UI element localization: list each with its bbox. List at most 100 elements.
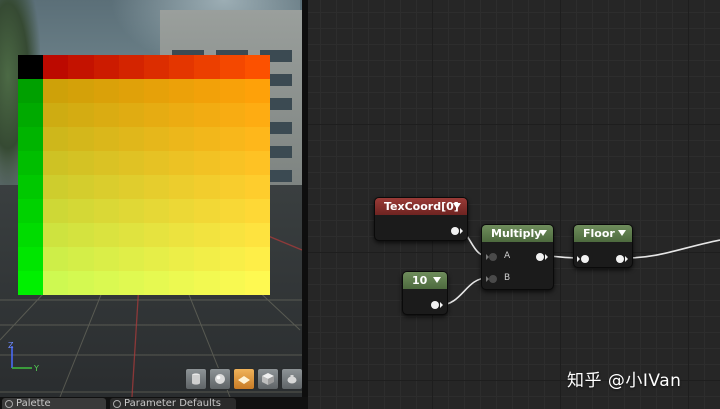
axis-z-label: Z bbox=[8, 341, 14, 350]
preview-cell bbox=[194, 247, 220, 271]
preview-cell bbox=[43, 55, 69, 79]
preview-cell bbox=[244, 103, 270, 127]
preview-cell bbox=[169, 223, 195, 247]
input-pin-icon[interactable] bbox=[577, 254, 591, 264]
input-b-label: B bbox=[504, 273, 511, 283]
preview-cell bbox=[93, 151, 119, 175]
preview-mesh-plane bbox=[18, 55, 270, 295]
preview-cell bbox=[118, 175, 144, 199]
input-pin-b-icon[interactable] bbox=[486, 274, 498, 284]
chevron-down-icon[interactable] bbox=[453, 203, 461, 209]
preview-cell bbox=[244, 79, 270, 103]
preview-cell bbox=[18, 127, 44, 151]
preview-cell bbox=[18, 247, 44, 271]
cylinder-button[interactable] bbox=[185, 368, 207, 390]
preview-cell bbox=[219, 151, 245, 175]
preview-cell bbox=[43, 223, 69, 247]
preview-cell bbox=[118, 223, 144, 247]
chevron-down-icon[interactable] bbox=[539, 230, 547, 236]
preview-cell bbox=[219, 79, 245, 103]
preview-cell bbox=[169, 247, 195, 271]
output-pin-icon[interactable] bbox=[430, 300, 444, 310]
teapot-button[interactable] bbox=[281, 368, 302, 390]
preview-cell bbox=[244, 127, 270, 151]
preview-cell bbox=[194, 151, 220, 175]
input-pin-a-icon[interactable] bbox=[486, 252, 498, 262]
output-pin-icon[interactable] bbox=[615, 254, 629, 264]
preview-cell bbox=[93, 127, 119, 151]
preview-cell bbox=[219, 127, 245, 151]
preview-cell bbox=[219, 271, 245, 295]
tab-palette-label: Palette bbox=[16, 398, 51, 409]
preview-cell bbox=[93, 247, 119, 271]
tab-palette[interactable]: Palette bbox=[2, 398, 106, 409]
preview-cell bbox=[219, 103, 245, 127]
preview-cell bbox=[219, 247, 245, 271]
node-constant[interactable]: 10 bbox=[402, 271, 448, 315]
preview-cell bbox=[43, 175, 69, 199]
preview-cell bbox=[169, 151, 195, 175]
node-floor[interactable]: Floor bbox=[573, 224, 633, 268]
preview-cell bbox=[93, 103, 119, 127]
preview-cell bbox=[144, 79, 170, 103]
preview-cell bbox=[68, 199, 94, 223]
node-floor-title: Floor bbox=[583, 227, 615, 240]
chevron-down-icon[interactable] bbox=[433, 277, 441, 283]
node-texcoord[interactable]: TexCoord[0] bbox=[374, 197, 468, 241]
preview-cell bbox=[144, 223, 170, 247]
preview-cell bbox=[93, 55, 119, 79]
preview-cell bbox=[144, 55, 170, 79]
preview-cell bbox=[43, 151, 69, 175]
preview-cell bbox=[244, 175, 270, 199]
axis-gizmo: Z Y bbox=[8, 341, 39, 373]
preview-cell bbox=[93, 223, 119, 247]
preview-cell bbox=[68, 103, 94, 127]
bottom-tab-bar: Palette Parameter Defaults bbox=[0, 397, 310, 409]
node-constant-header[interactable]: 10 bbox=[403, 272, 447, 289]
cube-button[interactable] bbox=[257, 368, 279, 390]
preview-cell bbox=[194, 103, 220, 127]
plane-button[interactable] bbox=[233, 368, 255, 390]
preview-cell bbox=[118, 271, 144, 295]
preview-cell bbox=[244, 223, 270, 247]
watermark-text: 知乎 @小IVan bbox=[567, 371, 682, 391]
preview-cell bbox=[118, 79, 144, 103]
preview-cell bbox=[118, 127, 144, 151]
node-multiply-header[interactable]: Multiply bbox=[482, 225, 553, 242]
preview-cell bbox=[194, 271, 220, 295]
preview-cell bbox=[219, 223, 245, 247]
preview-cell bbox=[68, 55, 94, 79]
output-pin-icon[interactable] bbox=[450, 226, 464, 236]
node-floor-header[interactable]: Floor bbox=[574, 225, 632, 242]
preview-cell bbox=[169, 127, 195, 151]
node-texcoord-header[interactable]: TexCoord[0] bbox=[375, 198, 467, 215]
preview-cell bbox=[68, 79, 94, 103]
node-multiply[interactable]: Multiply A B bbox=[481, 224, 554, 290]
output-pin-icon[interactable] bbox=[535, 252, 549, 262]
preview-viewport[interactable]: Z Y bbox=[0, 0, 302, 397]
chevron-down-icon[interactable] bbox=[618, 230, 626, 236]
preview-cell bbox=[68, 247, 94, 271]
material-graph-canvas[interactable] bbox=[308, 0, 720, 409]
preview-cell bbox=[244, 55, 270, 79]
preview-cell bbox=[93, 175, 119, 199]
preview-cell bbox=[43, 79, 69, 103]
preview-cell bbox=[68, 175, 94, 199]
preview-cell bbox=[144, 103, 170, 127]
preview-cell bbox=[244, 151, 270, 175]
preview-cell bbox=[18, 79, 44, 103]
preview-cell bbox=[169, 271, 195, 295]
node-texcoord-title: TexCoord[0] bbox=[384, 200, 459, 213]
preview-cell bbox=[219, 55, 245, 79]
preview-cell bbox=[244, 199, 270, 223]
preview-cell bbox=[144, 127, 170, 151]
tab-parameter-defaults[interactable]: Parameter Defaults bbox=[110, 398, 236, 409]
preview-cell bbox=[18, 223, 44, 247]
cube-icon bbox=[262, 373, 274, 385]
preview-cell bbox=[144, 175, 170, 199]
preview-cell bbox=[169, 103, 195, 127]
sphere-button[interactable] bbox=[209, 368, 231, 390]
preview-cell bbox=[244, 271, 270, 295]
preview-cell bbox=[194, 79, 220, 103]
material-editor: Z Y Palette Parameter Defaults TexCoord[… bbox=[0, 0, 720, 409]
